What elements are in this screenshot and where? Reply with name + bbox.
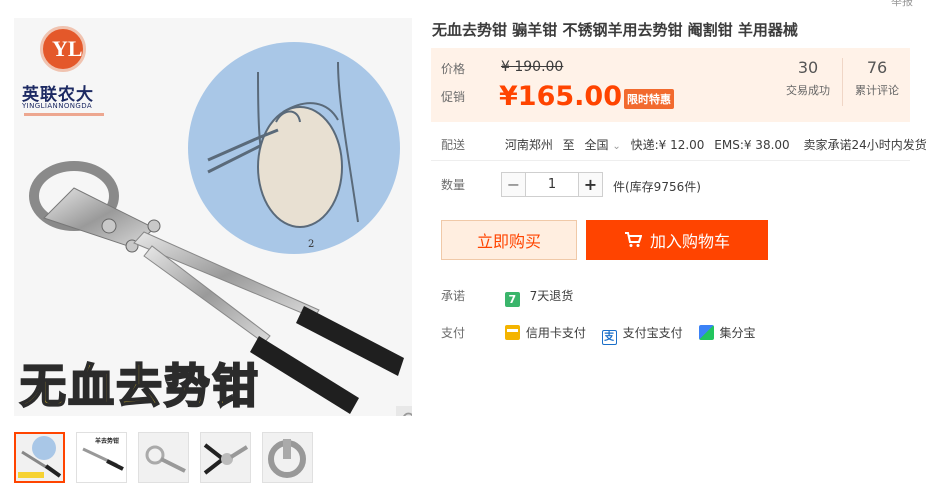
stat-reviews[interactable]: 76 累计评论 (851, 58, 903, 98)
thumbnail-2[interactable]: 羊去势钳 (76, 432, 127, 483)
promo-badge: 限时特惠 (624, 89, 674, 109)
thumbnail-strip: 羊去势钳 (14, 432, 313, 483)
chevron-down-icon: ⌄ (612, 141, 621, 152)
guarantee-text[interactable]: 7天退货 (530, 289, 574, 303)
magnifier-icon (403, 412, 412, 416)
seven-day-return-icon: 7 (504, 292, 520, 307)
cart-icon (624, 232, 642, 247)
hero-caption: 无血去势钳 (19, 358, 260, 414)
pay-credit-card[interactable]: 信用卡支付 (504, 325, 586, 340)
payment-row: 支付 信用卡支付 支支付宝支付 集分宝 (441, 325, 756, 345)
thumbnail-1[interactable] (14, 432, 65, 483)
jifenbao-icon (698, 325, 714, 340)
stock-text: 件(库存9756件) (613, 180, 701, 194)
increase-button[interactable]: + (578, 172, 603, 197)
quantity-stepper: − 1 + (501, 172, 603, 197)
alipay-icon: 支 (601, 330, 617, 345)
thumbnail-3[interactable] (138, 432, 189, 483)
pay-jifenbao[interactable]: 集分宝 (698, 325, 756, 340)
zoom-button[interactable] (396, 406, 412, 416)
quantity-input[interactable]: 1 (526, 172, 578, 197)
thumbnail-5[interactable] (262, 432, 313, 483)
stat-transactions[interactable]: 30 交易成功 (783, 58, 833, 98)
delivery-origin: 河南郑州 (504, 138, 553, 152)
original-price: ¥ 190.00 (501, 59, 564, 75)
credit-card-icon (504, 325, 520, 340)
shipping-promise: 卖家承诺24小时内发货 (803, 138, 927, 152)
promo-price: ¥165.00 (499, 81, 622, 112)
decrease-button[interactable]: − (501, 172, 526, 197)
delivery-destination[interactable]: 全国 ⌄ (585, 138, 621, 152)
product-title: 无血去势钳 骟羊钳 不锈钢羊用去势钳 阉割钳 羊用器械 (432, 21, 798, 39)
promo-label: 促销 (441, 90, 466, 104)
delivery-row: 配送 河南郑州 至 全国 ⌄ 快递:¥ 12.00 EMS:¥ 38.00 卖家… (441, 138, 927, 152)
add-to-cart-button[interactable]: 加入购物车 (586, 220, 768, 260)
thumbnail-4[interactable] (200, 432, 251, 483)
price-label: 价格 (441, 62, 466, 76)
main-product-image[interactable]: 2 YL 英联农大 YINGLIANNONGDA 无血去势钳 (14, 18, 412, 416)
pay-alipay[interactable]: 支支付宝支付 (601, 326, 683, 345)
quantity-label-row: 数量 (441, 178, 466, 192)
brand-english: YINGLIANNONGDA (22, 102, 93, 110)
express-fee: 快递:¥ 12.00 (630, 138, 705, 152)
svg-text:羊去势钳: 羊去势钳 (95, 437, 119, 445)
report-link[interactable]: 举报 (891, 0, 913, 9)
price-panel: 价格 ¥ 190.00 促销 ¥165.00 限时特惠 30 交易成功 76 累… (431, 48, 910, 122)
guarantee-row: 承诺 7 7天退货 (441, 289, 574, 307)
buy-now-button[interactable]: 立即购买 (441, 220, 577, 260)
ems-fee: EMS:¥ 38.00 (714, 138, 790, 152)
